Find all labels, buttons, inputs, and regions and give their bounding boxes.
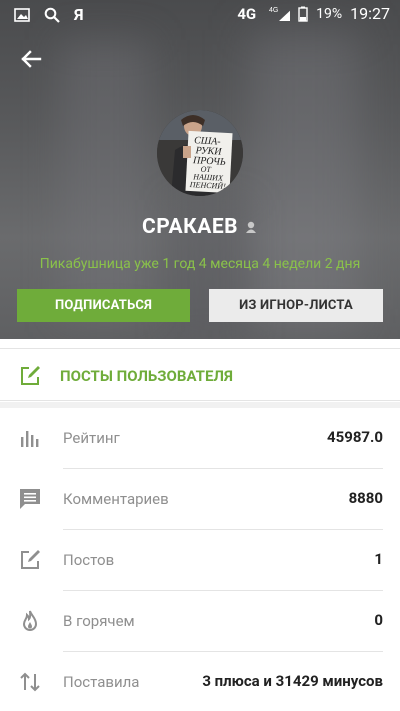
clock: 19:27 xyxy=(350,4,390,23)
yandex-icon: Я xyxy=(74,5,84,24)
signal-icon: 4G xyxy=(269,7,291,21)
stat-label: В горячем xyxy=(63,612,135,630)
profile-header: Я 4G 4G 19% 19:27 США- РУКИ ПРОЧЬ ОТ НАШ… xyxy=(0,0,400,339)
stat-label: Поставила xyxy=(63,673,140,691)
svg-text:ПЕНСИЙ!: ПЕНСИЙ! xyxy=(189,179,227,191)
up-down-arrows-icon xyxy=(20,672,40,692)
stat-votes: Поставила 3 плюса и 31429 минусов xyxy=(0,652,400,711)
subscribe-button[interactable]: ПОДПИСАТЬСЯ xyxy=(17,289,190,322)
avatar[interactable]: США- РУКИ ПРОЧЬ ОТ НАШИХ ПЕНСИЙ! xyxy=(157,110,243,196)
stat-value: 3 плюса и 31429 минусов xyxy=(202,672,383,690)
stats-list: Рейтинг 45987.0 Комментариев 8880 Постов… xyxy=(0,408,400,711)
battery-icon xyxy=(298,6,308,22)
stat-rating: Рейтинг 45987.0 xyxy=(0,408,400,469)
user-posts-link[interactable]: ПОСТЫ ПОЛЬЗОВАТЕЛЯ xyxy=(0,348,400,401)
status-bar: Я 4G 4G 19% 19:27 xyxy=(0,0,400,28)
stat-value: 45987.0 xyxy=(327,428,383,446)
stat-label: Постов xyxy=(63,551,115,569)
comments-icon xyxy=(20,489,40,509)
username: СРАКАЕВ xyxy=(0,215,400,239)
edit-icon xyxy=(21,366,40,385)
remove-from-ignore-button[interactable]: ИЗ ИГНОР-ЛИСТА xyxy=(209,289,383,322)
flame-icon xyxy=(22,610,38,631)
stat-value: 8880 xyxy=(348,489,383,507)
network-type: 4G xyxy=(237,4,257,23)
account-age: Пикабушница уже 1 год 4 месяца 4 недели … xyxy=(39,256,361,272)
gallery-icon xyxy=(14,7,30,22)
search-icon xyxy=(44,7,60,23)
stat-value: 1 xyxy=(374,550,383,568)
stat-label: Рейтинг xyxy=(63,429,120,447)
back-arrow-icon[interactable] xyxy=(16,44,46,74)
stat-label: Комментариев xyxy=(63,490,169,508)
bar-chart-icon xyxy=(21,431,39,447)
user-posts-label: ПОСТЫ ПОЛЬЗОВАТЕЛЯ xyxy=(60,367,233,385)
battery-percent: 19% xyxy=(316,5,343,22)
stat-posts: Постов 1 xyxy=(0,530,400,591)
stat-comments: Комментариев 8880 xyxy=(0,469,400,530)
stat-value: 0 xyxy=(374,611,383,629)
edit-icon xyxy=(21,550,40,569)
username-text: СРАКАЕВ xyxy=(141,215,239,239)
svg-text:4G: 4G xyxy=(269,7,278,14)
female-user-icon xyxy=(246,221,257,233)
stat-hot: В горячем 0 xyxy=(0,591,400,652)
